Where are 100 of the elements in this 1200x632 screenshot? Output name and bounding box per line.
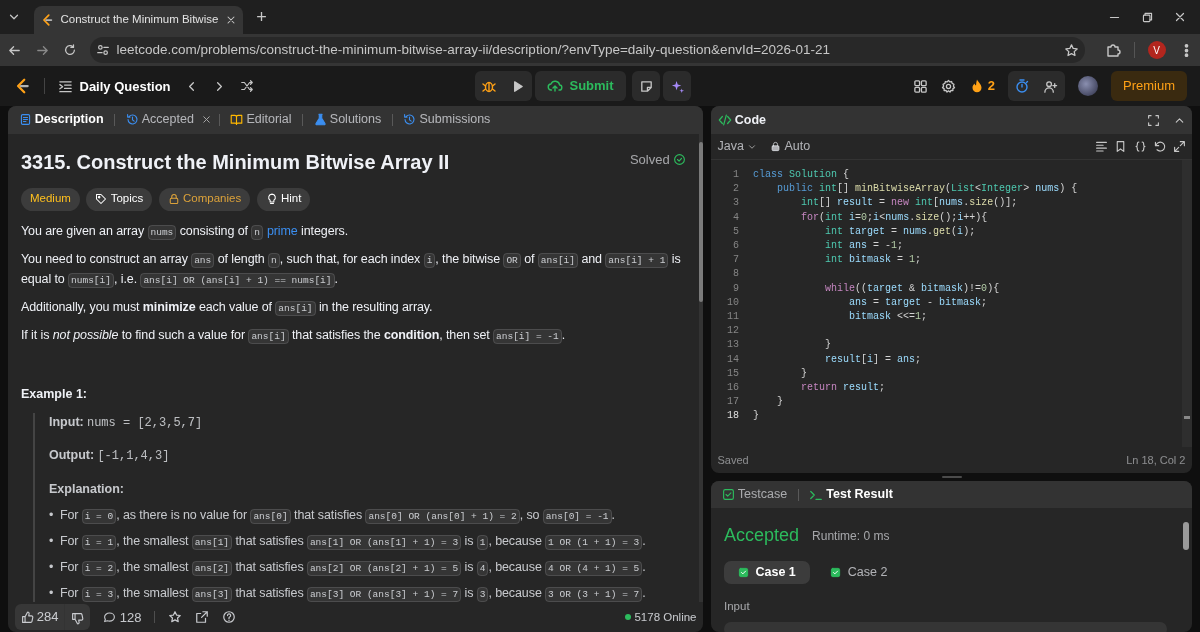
thumbs-down-icon [71,611,85,625]
line-number: 14 [726,352,740,367]
thumbs-up-icon [20,610,34,624]
tag-chip[interactable]: Companies [158,187,251,211]
cursor-position: Ln 18, Col 2 [1126,452,1186,468]
line-number: 2 [732,182,740,197]
scrollbar[interactable] [1182,160,1192,448]
expand-icon[interactable] [1172,140,1186,153]
example-value: nums = [2,3,5,7] [86,415,203,433]
problem-paragraph: Additionally, you must minimize each value of ans[i] in the resulting array. [21,298,434,317]
flask-icon [313,113,327,127]
panel-tab[interactable]: Description [14,110,108,130]
tag-chip[interactable]: Hint [256,187,311,211]
line-number: 10 [726,295,740,310]
book-icon [230,113,244,127]
panel-tab[interactable]: Accepted [121,110,198,130]
submit-button[interactable]: Submit [535,71,626,101]
resize-handle[interactable] [941,476,962,479]
panel-tab[interactable]: Testcase [717,485,792,504]
bookmark-star-icon[interactable] [1063,42,1079,58]
explanation-item: For i = 1 , the smallest ans[1] that satisfies ans[1] OR (ans[1] + 1) = 3 is 1 , because 1 OR (1 + 1) = 3 . [59,533,646,552]
settings-icon[interactable] [940,78,956,94]
restore-icon[interactable] [1140,10,1154,24]
code-line: while((target & bitmask)!=0){ [824,281,1000,296]
tag-chip[interactable]: Topics [86,187,153,211]
help-icon[interactable] [222,610,237,625]
panel-tab[interactable]: Test Result [805,485,897,504]
line-number: 13 [726,338,740,353]
reload-icon[interactable] [62,43,77,57]
panel-tab[interactable]: Solutions [309,110,386,130]
list-bullet: • [49,559,54,577]
language-dropdown[interactable]: Java [717,140,758,153]
add-user-icon[interactable] [1043,78,1059,94]
profile-button[interactable]: V [1147,41,1166,59]
example-label: Output: [49,447,95,465]
site-info-icon[interactable] [96,43,110,57]
code-line: int bitmask = 1; [824,253,922,268]
code-line: result[i] = ans; [824,352,922,367]
code-line: public int[] minBitwiseArray(List<Integer> nums) { [776,182,1078,197]
scrollbar[interactable] [698,133,703,603]
timer-icon[interactable] [1014,78,1031,94]
code-line: for(int i=0;i<nums.size();i++){ [800,210,988,225]
code-line: bitmask <<=1; [848,310,928,325]
line-number: 8 [732,267,740,282]
bookmark-icon[interactable] [1114,140,1127,153]
fullscreen-icon[interactable] [1146,113,1160,127]
field-label: Input [724,600,750,613]
code-line: ans = target - bitmask; [848,295,988,310]
code-line: int[] result = new int[nums.size()]; [800,196,1018,211]
dislike-button[interactable] [64,604,91,631]
case-tab[interactable]: Case 1 [724,561,810,585]
like-button[interactable]: 284 [14,604,65,631]
premium-button[interactable]: Premium [1111,71,1187,101]
line-number: 9 [732,281,740,296]
case-tab[interactable]: Case 2 [816,561,902,585]
close-icon[interactable] [1173,10,1187,24]
lock-icon [167,193,180,206]
star-icon[interactable] [168,610,183,625]
braces-icon[interactable] [1133,140,1147,153]
history-icon [125,113,139,127]
line-number: 12 [726,324,740,339]
code-line: int ans = -1; [824,239,904,253]
line-number: 17 [726,395,740,410]
example-title: Example 1: [21,385,88,403]
note-icon[interactable] [638,78,654,94]
line-number: 6 [732,239,740,253]
undo-icon[interactable] [1153,140,1166,153]
runtime-text: Runtime: 0 ms [812,527,890,545]
problem-list-button[interactable]: Daily Question [58,78,171,94]
line-number: 5 [732,224,740,239]
line-number: 11 [726,310,740,325]
extensions-icon[interactable] [1104,42,1121,58]
comment-icon [103,610,117,624]
sparkle-icon[interactable] [669,78,685,94]
mode-label: Auto [784,138,811,156]
layout-icon[interactable] [912,78,928,94]
solved-status: Solved [629,150,670,169]
shuffle-icon[interactable] [239,79,254,93]
panel-tab[interactable]: Editorial [226,110,296,130]
tag-chip[interactable]: Medium [21,187,80,211]
code-line: class Solution { [753,168,850,182]
term-link[interactable]: prime [266,223,298,238]
online-count: 5178 Online [634,609,697,625]
code-icon [717,113,732,127]
panel-title: Code [734,111,766,129]
list-bullet: • [49,507,54,525]
comments-button[interactable]: 128 [103,610,142,624]
panel-tab[interactable]: Submissions [399,110,495,130]
example-label: Explanation: [49,482,124,497]
avatar[interactable] [1078,76,1098,96]
close-icon[interactable] [201,114,213,126]
format-icon[interactable] [1094,140,1108,153]
code-line: } [824,338,831,353]
new-tab-button[interactable]: + [256,8,267,26]
save-status: Saved [717,452,749,468]
problem-paragraph: You need to construct an array ans of length n , such that, for each index i , the bitwise OR of ans[i] and ans[i] + 1 is equal to nums[i] , i.e. ans[i] OR (ans[i] + 1) == nums[i] . [21,250,682,289]
line-number: 7 [732,253,740,268]
list-bullet: • [49,533,54,551]
check-circle-icon [672,152,686,166]
share-icon[interactable] [195,610,210,625]
